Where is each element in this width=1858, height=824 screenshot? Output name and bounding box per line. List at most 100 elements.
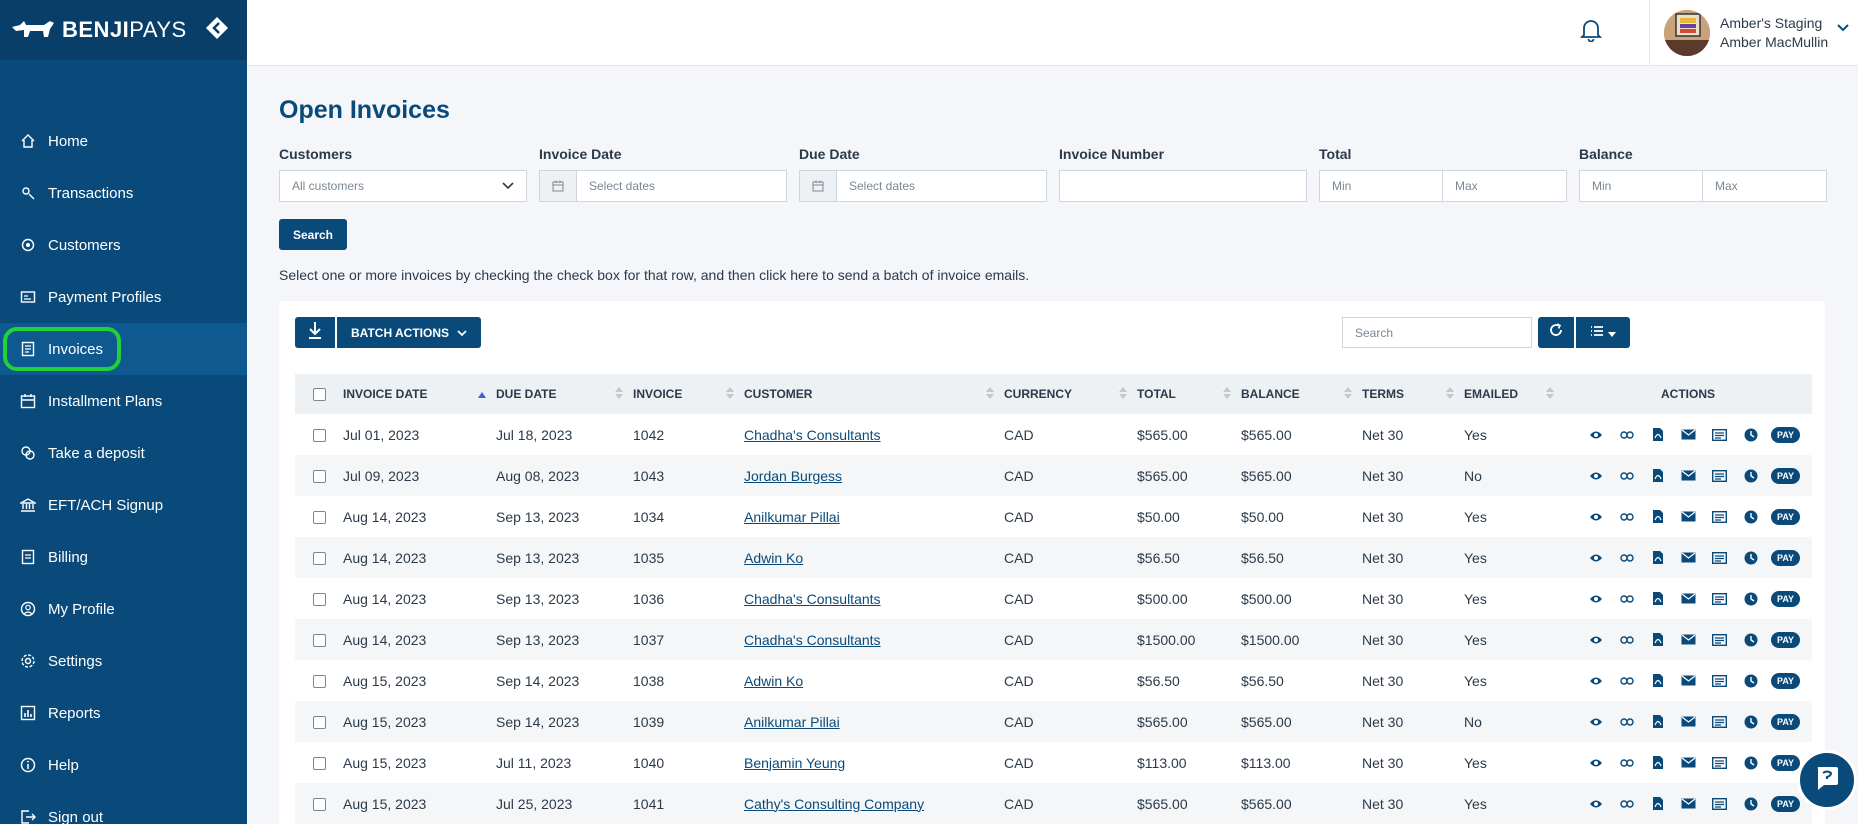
email-icon[interactable] [1678, 424, 1700, 446]
pay-button[interactable]: PAY [1770, 426, 1800, 443]
details-icon[interactable] [1709, 752, 1731, 774]
email-icon[interactable] [1678, 711, 1700, 733]
customer-link[interactable]: Chadha's Consultants [744, 632, 881, 648]
details-icon[interactable] [1709, 629, 1731, 651]
view-icon[interactable] [1585, 711, 1607, 733]
pay-button[interactable]: PAY [1770, 795, 1800, 812]
sidebar-item-my-profile[interactable]: My Profile [0, 583, 247, 635]
sidebar-item-reports[interactable]: Reports [0, 687, 247, 739]
email-icon[interactable] [1678, 629, 1700, 651]
pdf-icon[interactable] [1647, 506, 1669, 528]
download-button[interactable] [295, 317, 335, 348]
sidebar-item-sign-out[interactable]: Sign out [0, 791, 247, 824]
column-header-terms[interactable]: TERMS [1362, 374, 1464, 414]
history-icon[interactable] [1740, 588, 1762, 610]
customer-link[interactable]: Adwin Ko [744, 673, 803, 689]
view-icon[interactable] [1585, 793, 1607, 815]
email-icon[interactable] [1678, 752, 1700, 774]
column-header-customer[interactable]: CUSTOMER [744, 374, 1004, 414]
row-checkbox[interactable] [312, 675, 326, 689]
help-chat-button[interactable] [1797, 750, 1857, 810]
email-icon[interactable] [1678, 670, 1700, 692]
sidebar-item-installment-plans[interactable]: Installment Plans [0, 375, 247, 427]
search-button[interactable]: Search [279, 219, 347, 250]
sidebar-collapse-icon[interactable] [205, 16, 229, 45]
sidebar-item-eft-ach-signup[interactable]: EFT/ACH Signup [0, 479, 247, 531]
row-checkbox[interactable] [312, 470, 326, 484]
pdf-icon[interactable] [1647, 588, 1669, 610]
link-icon[interactable] [1616, 711, 1638, 733]
customer-link[interactable]: Anilkumar Pillai [744, 714, 840, 730]
row-checkbox[interactable] [312, 552, 326, 566]
pay-button[interactable]: PAY [1770, 590, 1800, 607]
row-checkbox[interactable] [312, 757, 326, 771]
email-icon[interactable] [1678, 793, 1700, 815]
sidebar-item-take-a-deposit[interactable]: Take a deposit [0, 427, 247, 479]
columns-toggle-button[interactable] [1576, 317, 1630, 348]
history-icon[interactable] [1740, 752, 1762, 774]
details-icon[interactable] [1709, 547, 1731, 569]
customer-link[interactable]: Cathy's Consulting Company [744, 796, 924, 812]
customer-link[interactable]: Anilkumar Pillai [744, 509, 840, 525]
customer-link[interactable]: Jordan Burgess [744, 468, 842, 484]
balance-max-input[interactable]: Max [1703, 170, 1827, 202]
row-checkbox[interactable] [312, 593, 326, 607]
pdf-icon[interactable] [1647, 629, 1669, 651]
pdf-icon[interactable] [1647, 424, 1669, 446]
column-header-balance[interactable]: BALANCE [1241, 374, 1362, 414]
view-icon[interactable] [1585, 506, 1607, 528]
row-checkbox[interactable] [312, 429, 326, 443]
invoice-number-input[interactable] [1059, 170, 1307, 202]
pay-button[interactable]: PAY [1770, 713, 1800, 730]
details-icon[interactable] [1709, 506, 1731, 528]
link-icon[interactable] [1616, 793, 1638, 815]
view-icon[interactable] [1585, 670, 1607, 692]
refresh-button[interactable] [1538, 317, 1574, 348]
sidebar-item-transactions[interactable]: Transactions [0, 167, 247, 219]
history-icon[interactable] [1740, 547, 1762, 569]
details-icon[interactable] [1709, 424, 1731, 446]
select-all-checkbox[interactable] [312, 388, 326, 402]
sidebar-item-billing[interactable]: Billing [0, 531, 247, 583]
invoice-date-picker[interactable]: Select dates [539, 170, 787, 202]
pdf-icon[interactable] [1647, 711, 1669, 733]
column-header-invoice[interactable]: INVOICE [633, 374, 744, 414]
link-icon[interactable] [1616, 506, 1638, 528]
pdf-icon[interactable] [1647, 670, 1669, 692]
email-icon[interactable] [1678, 588, 1700, 610]
batch-actions-button[interactable]: BATCH ACTIONS [337, 317, 481, 348]
details-icon[interactable] [1709, 711, 1731, 733]
pay-button[interactable]: PAY [1770, 631, 1800, 648]
pay-button[interactable]: PAY [1770, 467, 1800, 484]
details-icon[interactable] [1709, 588, 1731, 610]
customer-link[interactable]: Chadha's Consultants [744, 591, 881, 607]
customer-link[interactable]: Chadha's Consultants [744, 427, 881, 443]
sidebar-item-payment-profiles[interactable]: Payment Profiles [0, 271, 247, 323]
bell-icon[interactable] [1579, 18, 1603, 47]
due-date-picker[interactable]: Select dates [799, 170, 1047, 202]
details-icon[interactable] [1709, 793, 1731, 815]
view-icon[interactable] [1585, 752, 1607, 774]
link-icon[interactable] [1616, 588, 1638, 610]
row-checkbox[interactable] [312, 634, 326, 648]
column-header-currency[interactable]: CURRENCY [1004, 374, 1137, 414]
details-icon[interactable] [1709, 465, 1731, 487]
link-icon[interactable] [1616, 752, 1638, 774]
view-icon[interactable] [1585, 424, 1607, 446]
link-icon[interactable] [1616, 424, 1638, 446]
pdf-icon[interactable] [1647, 465, 1669, 487]
total-min-input[interactable]: Min [1319, 170, 1443, 202]
history-icon[interactable] [1740, 711, 1762, 733]
email-icon[interactable] [1678, 465, 1700, 487]
account-menu[interactable]: Amber's Staging Amber MacMullin [1649, 0, 1858, 66]
view-icon[interactable] [1585, 629, 1607, 651]
sidebar-item-customers[interactable]: Customers [0, 219, 247, 271]
row-checkbox[interactable] [312, 511, 326, 525]
link-icon[interactable] [1616, 547, 1638, 569]
row-checkbox[interactable] [312, 716, 326, 730]
link-icon[interactable] [1616, 670, 1638, 692]
column-header-due-date[interactable]: DUE DATE [496, 374, 633, 414]
column-header-emailed[interactable]: EMAILED [1464, 374, 1564, 414]
pdf-icon[interactable] [1647, 547, 1669, 569]
customer-link[interactable]: Benjamin Yeung [744, 755, 845, 771]
